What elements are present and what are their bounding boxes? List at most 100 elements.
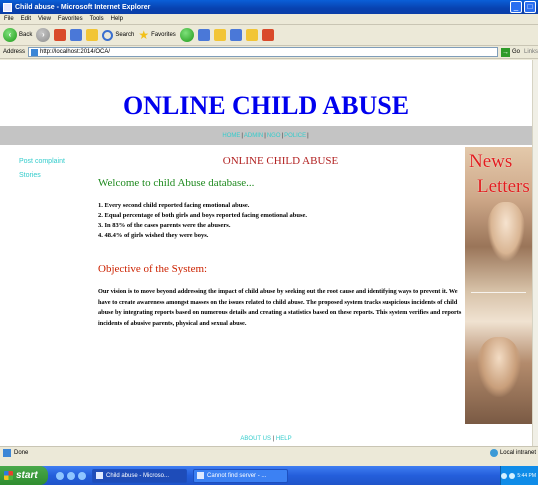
ie-task-icon [197, 472, 204, 479]
maximize-button[interactable]: □ [524, 1, 536, 13]
footer-help[interactable]: HELP [276, 436, 292, 442]
page-done-icon [3, 448, 11, 457]
media-icon[interactable] [179, 28, 194, 42]
search-icon [102, 29, 114, 41]
favorites-label: Favorites [151, 32, 176, 38]
tray-icon[interactable] [509, 472, 516, 479]
zone-label: Local intranet [499, 449, 536, 456]
browser-toolbar: ‹ Back › Search ★ Favorites [0, 25, 538, 46]
vertical-scrollbar[interactable] [532, 60, 538, 446]
nav-ngo[interactable]: NGO [267, 133, 281, 139]
window-title-bar[interactable]: Child abuse - Microsoft Internet Explore… [0, 0, 538, 14]
welcome-heading: Welcome to child Abuse database... [98, 177, 255, 189]
left-sidebar: Post complaint Stories [19, 155, 65, 183]
child-photo [487, 202, 525, 262]
menu-help[interactable]: Help [111, 16, 123, 22]
menu-favorites[interactable]: Favorites [58, 16, 83, 22]
stop-icon[interactable] [54, 29, 67, 41]
sidebar-stories[interactable]: Stories [19, 169, 65, 183]
go-arrow-icon: → [500, 47, 510, 57]
taskbar-item-cannot-find-server[interactable]: Cannot find server - ... [193, 468, 288, 483]
fact-item: 2. Equal percentage of both girls and bo… [98, 212, 308, 219]
newsletter-title: News Letters [469, 149, 530, 199]
links-label[interactable]: Links [524, 49, 538, 55]
task-label: Cannot find server - ... [207, 472, 267, 479]
status-bar: Done Local intranet [0, 446, 538, 458]
menu-edit[interactable]: Edit [21, 16, 31, 22]
quicklaunch-icon[interactable] [67, 471, 75, 480]
address-input[interactable]: http://localhost:2014/OCA/ [28, 47, 498, 57]
banner-divider [471, 292, 526, 293]
messenger-icon[interactable] [261, 29, 274, 41]
forward-button[interactable]: › [36, 28, 51, 42]
taskbar-item-child-abuse[interactable]: Child abuse - Microso... [92, 468, 187, 483]
fact-item: 4. 48.4% of girls wished they were boys. [98, 232, 209, 239]
tray-icon[interactable] [501, 472, 508, 479]
nav-home[interactable]: HOME [222, 133, 240, 139]
search-button[interactable]: Search [102, 29, 135, 41]
go-button[interactable]: → Go [500, 47, 520, 57]
site-title: ONLINE CHILD ABUSE [122, 91, 410, 120]
security-zone: Local intranet [489, 448, 536, 457]
fact-item: 1. Every second child reported facing em… [98, 202, 250, 209]
menu-bar: File Edit View Favorites Tools Help [0, 14, 538, 25]
back-button[interactable]: ‹ Back [3, 28, 32, 42]
minimize-button[interactable]: _ [510, 1, 522, 13]
clock: 5:44 PM [517, 472, 536, 479]
page-icon [31, 48, 39, 56]
start-label: start [16, 470, 38, 481]
nav-admin[interactable]: ADMIN [244, 133, 263, 139]
footer-about-us[interactable]: ABOUT US [240, 436, 271, 442]
quick-launch [56, 471, 86, 480]
address-url: http://localhost:2014/OCA/ [40, 49, 111, 55]
windows-taskbar: start Child abuse - Microso... Cannot fi… [0, 466, 538, 485]
ie-task-icon [96, 472, 103, 479]
window-controls: _ □ [510, 1, 536, 13]
star-icon: ★ [138, 28, 150, 42]
nav-separator: | [281, 132, 284, 139]
windows-flag-icon [4, 471, 13, 480]
history-icon[interactable] [197, 29, 210, 41]
menu-file[interactable]: File [4, 16, 14, 22]
globe-icon [489, 448, 498, 457]
top-nav: HOME | ADMIN | NGO | POLICE | [0, 126, 532, 145]
window-title: Child abuse - Microsoft Internet Explore… [15, 3, 151, 11]
search-label: Search [115, 32, 135, 38]
objective-paragraph: Our vision is to move beyond addressing … [98, 288, 462, 327]
folder-icon[interactable] [245, 29, 258, 41]
objective-heading: Objective of the System: [98, 263, 208, 275]
go-label: Go [511, 49, 520, 55]
back-arrow-icon: ‹ [3, 28, 17, 42]
newsletter-word-news: News [469, 151, 513, 172]
favorites-button[interactable]: ★ Favorites [138, 29, 175, 41]
fact-item: 3. In 83% of the cases parents were the … [98, 222, 231, 229]
ie-app-icon [3, 2, 12, 12]
print-icon[interactable] [229, 29, 242, 41]
nav-police[interactable]: POLICE [284, 133, 306, 139]
system-tray: 5:44 PM [500, 466, 538, 485]
address-label: Address [3, 49, 26, 55]
address-bar: Address http://localhost:2014/OCA/ → Go … [0, 46, 538, 59]
web-page: ONLINE CHILD ABUSE HOME | ADMIN | NGO | … [0, 60, 532, 446]
main-content: ONLINE CHILD ABUSE Welcome to child Abus… [98, 155, 463, 329]
nav-separator: | [307, 132, 309, 139]
start-button[interactable]: start [0, 466, 48, 485]
nav-separator: | [264, 132, 266, 139]
facts-list: 1. Every second child reported facing em… [98, 201, 463, 241]
refresh-icon[interactable] [70, 29, 83, 41]
newsletter-banner[interactable]: News Letters [465, 147, 532, 424]
menu-view[interactable]: View [38, 16, 51, 22]
mail-icon[interactable] [213, 29, 226, 41]
sidebar-post-complaint[interactable]: Post complaint [19, 155, 65, 169]
status-text: Done [14, 449, 29, 456]
child-photo [477, 337, 521, 397]
quicklaunch-icon[interactable] [78, 471, 86, 480]
task-label: Child abuse - Microso... [106, 472, 170, 479]
footer-links: ABOUT US | HELP [0, 436, 532, 442]
menu-tools[interactable]: Tools [90, 16, 104, 22]
back-label: Back [19, 32, 33, 38]
main-heading: ONLINE CHILD ABUSE [222, 155, 339, 167]
newsletter-word-letters: Letters [477, 176, 530, 197]
home-icon[interactable] [86, 29, 99, 41]
quicklaunch-icon[interactable] [56, 471, 64, 480]
